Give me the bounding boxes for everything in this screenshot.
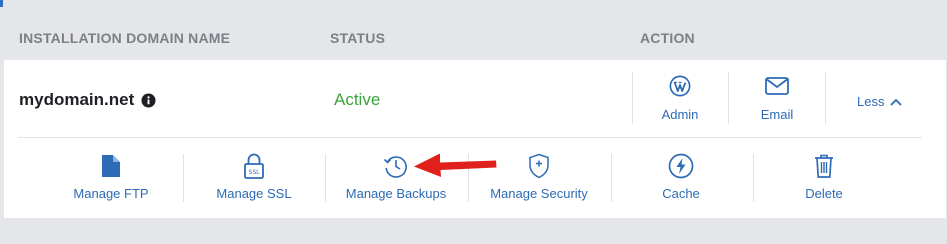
domain-name: mydomain.net [19,90,135,109]
divider [632,72,633,124]
bolt-icon [668,152,694,180]
admin-button[interactable]: Admin [634,74,726,124]
manage-security-label: Manage Security [490,186,588,201]
row-divider [18,137,922,138]
envelope-icon [765,74,789,98]
less-label: Less [857,94,885,109]
installation-row-card: mydomain.net Active Admin Email Less Man… [4,60,946,218]
header-status: STATUS [330,30,386,46]
cache-label: Cache [662,186,700,201]
admin-label: Admin [661,107,699,122]
divider [825,72,826,124]
chevron-up-icon [890,94,903,109]
page-edge-marker [0,0,3,7]
manage-ftp-label: Manage FTP [73,186,149,201]
divider [728,72,729,124]
header-action: ACTION [640,30,695,46]
file-icon [101,152,121,180]
shield-plus-icon [528,152,550,180]
trash-icon [813,152,835,180]
red-arrow-icon [410,146,500,189]
svg-text:SSL: SSL [249,169,261,176]
ssl-lock-icon: SSL [243,152,265,180]
less-toggle-button[interactable]: Less [857,94,903,109]
manage-ssl-button[interactable]: SSL Manage SSL [184,152,324,202]
backup-history-icon [383,152,409,180]
delete-label: Delete [805,186,843,201]
cache-button[interactable]: Cache [611,152,751,202]
domain-cell: mydomain.net [19,90,156,110]
header-domain-name: INSTALLATION DOMAIN NAME [19,30,231,46]
manage-ftp-button[interactable]: Manage FTP [41,152,181,202]
delete-button[interactable]: Delete [754,152,894,202]
email-button[interactable]: Email [731,74,823,124]
status-value: Active [334,90,381,109]
manage-ssl-label: Manage SSL [216,186,292,201]
email-label: Email [760,107,794,122]
wordpress-icon [669,74,691,98]
info-icon[interactable] [141,92,156,108]
